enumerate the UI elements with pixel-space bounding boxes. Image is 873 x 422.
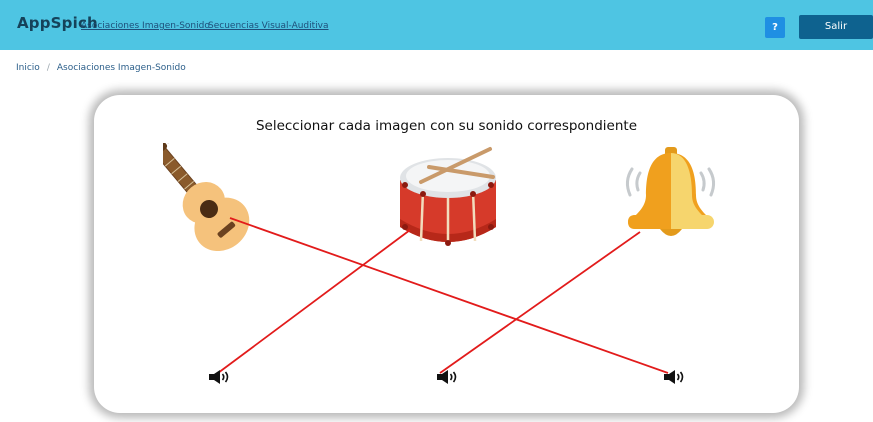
connection-line <box>217 229 411 374</box>
connection-line <box>229 217 669 374</box>
speaker-icon[interactable] <box>663 369 687 385</box>
speaker-icon[interactable] <box>208 369 232 385</box>
connection-lines <box>217 217 669 374</box>
speaker-icon[interactable] <box>436 369 460 385</box>
